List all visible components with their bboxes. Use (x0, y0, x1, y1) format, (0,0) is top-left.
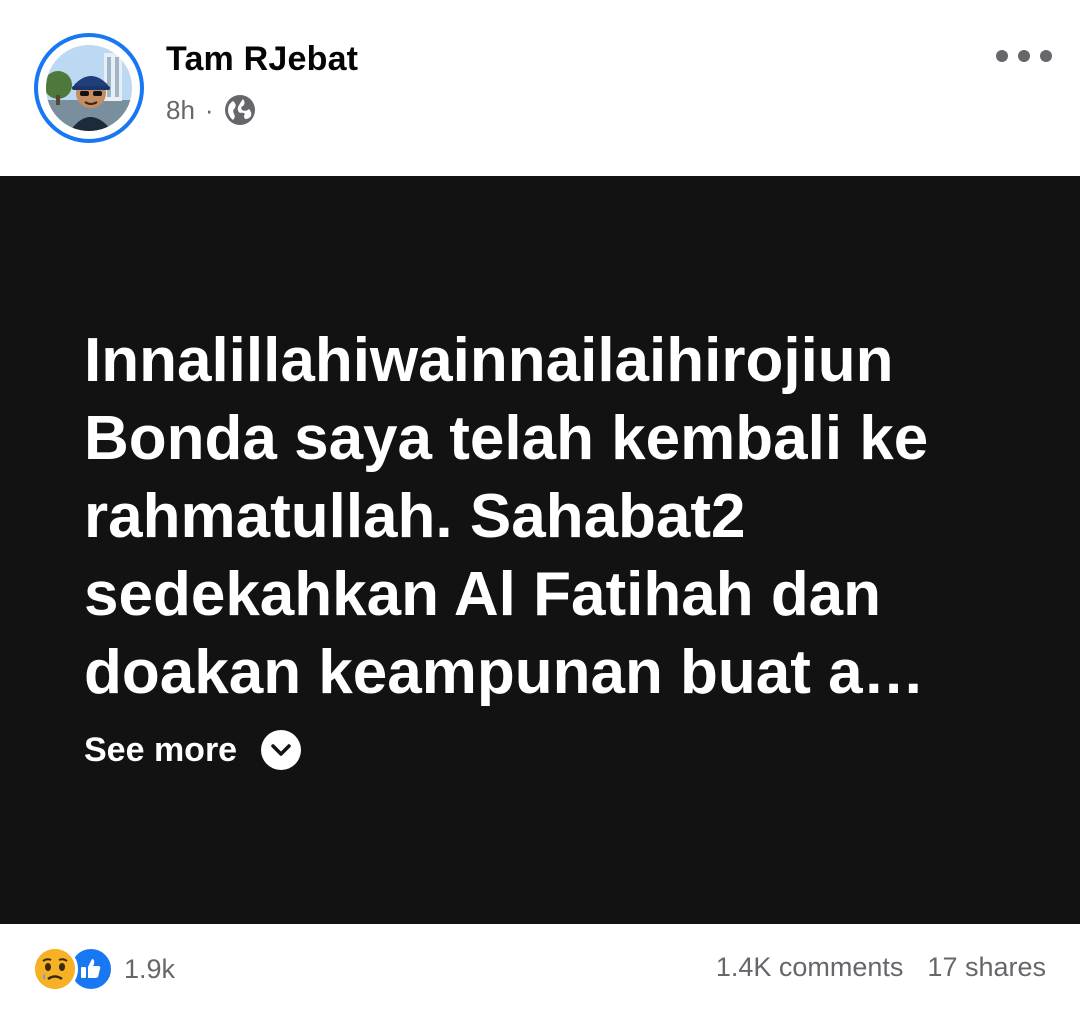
post-meta: 8h · (166, 94, 256, 126)
post-time[interactable]: 8h (166, 95, 195, 126)
globe-icon (224, 94, 256, 126)
sad-reaction-icon (32, 946, 78, 992)
more-dot (1018, 50, 1030, 62)
post-footer: 1.9k 1.4K comments 17 shares (0, 924, 1080, 1009)
text-post-card[interactable]: Innalillahiwainnailaihirojiun Bonda saya… (0, 176, 1080, 924)
see-more-button[interactable]: See more (84, 730, 302, 770)
post-header: Tam RJebat 8h · (0, 0, 1080, 176)
see-more-label: See more (84, 730, 238, 769)
comments-count[interactable]: 1.4K comments (716, 952, 904, 983)
post-text: Innalillahiwainnailaihirojiun Bonda saya… (84, 326, 929, 707)
reactions-summary[interactable]: 1.9k (32, 946, 175, 992)
more-dot (996, 50, 1008, 62)
author-name[interactable]: Tam RJebat (166, 40, 358, 79)
post-stats: 1.4K comments 17 shares (716, 952, 1046, 983)
shares-count[interactable]: 17 shares (927, 952, 1046, 983)
profile-photo (46, 45, 132, 131)
meta-separator: · (204, 94, 214, 125)
more-dot (1040, 50, 1052, 62)
reaction-count: 1.9k (124, 953, 176, 984)
avatar[interactable] (34, 33, 144, 143)
facebook-post: Tam RJebat 8h · Innalillahiwainnailaihir… (0, 0, 1080, 1009)
chevron-down-icon (261, 730, 302, 770)
more-options-button[interactable] (996, 38, 1052, 74)
